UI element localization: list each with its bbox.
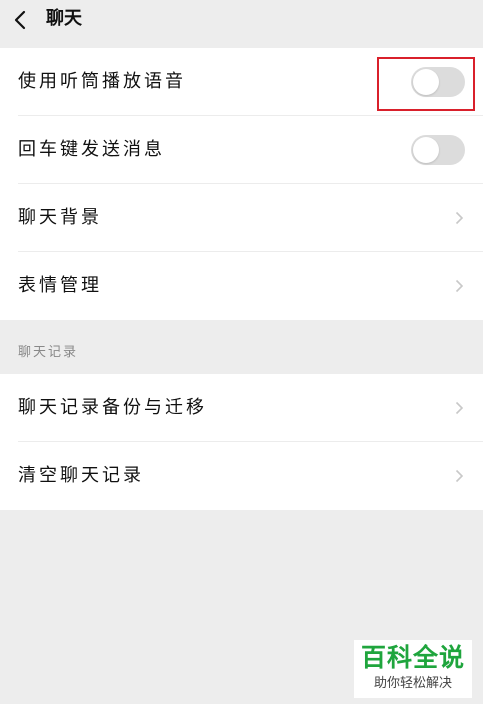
setting-row-emoji-management[interactable]: 表情管理: [0, 252, 483, 320]
setting-label-earpiece: 使用听筒播放语音: [18, 71, 186, 92]
enter-send-toggle[interactable]: [411, 135, 465, 165]
setting-label-enter-send: 回车键发送消息: [18, 139, 165, 160]
watermark-title: 百科全说: [360, 643, 465, 672]
top-bar: 聊天: [0, 0, 483, 48]
setting-row-clear-history[interactable]: 清空聊天记录: [0, 442, 483, 510]
back-arrow-icon[interactable]: [10, 9, 32, 31]
setting-row-chat-background[interactable]: 聊天背景: [0, 184, 483, 252]
watermark-logo: 百科全说 助你轻松解决: [354, 640, 472, 698]
setting-label-backup-migrate: 聊天记录备份与迁移: [18, 397, 207, 418]
chevron-right-icon: [455, 401, 464, 415]
chat-history-group: 聊天记录备份与迁移 清空聊天记录: [0, 374, 483, 510]
chevron-right-icon: [455, 279, 464, 293]
setting-row-enter-send[interactable]: 回车键发送消息: [0, 116, 483, 184]
page-title: 聊天: [46, 8, 82, 29]
chevron-right-icon: [455, 211, 464, 225]
setting-row-backup-migrate[interactable]: 聊天记录备份与迁移: [0, 374, 483, 442]
section-header-chat-history: 聊天记录: [18, 345, 79, 360]
watermark-subtitle: 助你轻松解决: [373, 676, 452, 691]
chevron-right-icon: [455, 469, 464, 483]
setting-label-emoji-management: 表情管理: [18, 275, 102, 296]
setting-label-chat-background: 聊天背景: [18, 207, 102, 228]
setting-label-clear-history: 清空聊天记录: [18, 465, 144, 486]
toggle-knob: [413, 137, 439, 163]
highlight-annotation-box: [377, 57, 475, 111]
